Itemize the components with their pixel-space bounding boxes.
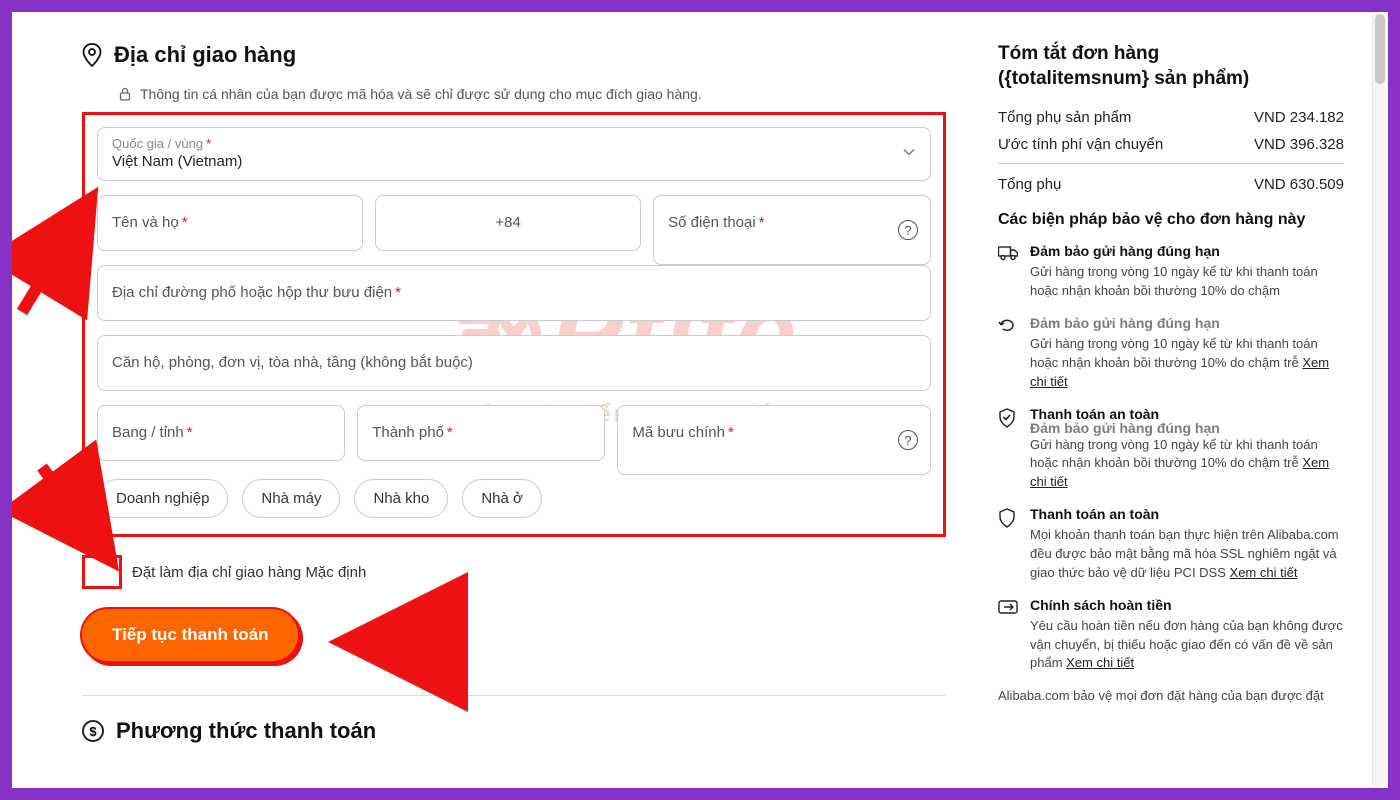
protection-heading: Các biện pháp bảo vệ cho đơn hàng này: [998, 211, 1344, 229]
privacy-note: Thông tin cá nhân của bạn được mã hóa và…: [118, 86, 946, 102]
protection-item: Thanh toán an toàn Mọi khoản thanh toán …: [998, 506, 1344, 583]
summary-total-row: Tổng phụ VND 630.509: [998, 176, 1344, 193]
summary-divider: [998, 163, 1344, 164]
postal-input[interactable]: Mã bưu chính* ?: [617, 405, 931, 475]
payment-title: Phương thức thanh toán: [116, 718, 376, 744]
phone-input[interactable]: Số điện thoại* ?: [653, 195, 931, 265]
return-icon: [998, 315, 1018, 392]
location-pin-icon: [82, 43, 102, 67]
chip-business[interactable]: Doanh nghiệp: [97, 479, 228, 518]
payment-section-header: $ Phương thức thanh toán: [82, 718, 946, 744]
summary-shipping-row: Ước tính phí vận chuyển VND 396.328: [998, 136, 1344, 153]
app-frame: Ptite Vận Chuyển Trung Việt Địa chỉ giao…: [12, 12, 1388, 788]
detail-link[interactable]: Xem chi tiết: [1066, 655, 1134, 670]
continue-checkout-button[interactable]: Tiếp tục thanh toán: [82, 609, 298, 661]
summary-title: Tóm tắt đơn hàng ({totalitemsnum} sản ph…: [998, 42, 1344, 91]
shield-check-icon: [998, 406, 1018, 493]
truck-icon: [998, 243, 1018, 301]
protection-item: Chính sách hoàn tiền Yêu cầu hoàn tiền n…: [998, 597, 1344, 674]
chip-factory[interactable]: Nhà máy: [242, 479, 340, 518]
lock-icon: [118, 87, 132, 101]
apartment-input[interactable]: Căn hộ, phòng, đơn vị, tòa nhà, tầng (kh…: [97, 335, 931, 391]
dollar-icon: $: [82, 720, 104, 742]
shipping-section-header: Địa chỉ giao hàng: [82, 42, 946, 68]
chip-warehouse[interactable]: Nhà kho: [354, 479, 448, 518]
phone-prefix[interactable]: +84: [375, 195, 641, 251]
address-type-chips: Doanh nghiệp Nhà máy Nhà kho Nhà ở: [97, 479, 931, 518]
section-divider: [82, 695, 946, 696]
fullname-input[interactable]: Tên và họ*: [97, 195, 363, 251]
scrollbar-thumb[interactable]: [1375, 14, 1385, 84]
protection-item: Đảm bảo gửi hàng đúng hạn Gửi hàng trong…: [998, 315, 1344, 392]
help-icon[interactable]: ?: [898, 220, 918, 240]
default-address-label: Đặt làm địa chỉ giao hàng Mặc định: [132, 564, 366, 581]
protection-item: Thanh toán an toàn Đảm bảo gửi hàng đúng…: [998, 406, 1344, 493]
shipping-form-highlight: Quốc gia / vùng* Việt Nam (Vietnam) Tên …: [82, 112, 946, 537]
state-input[interactable]: Bang / tỉnh*: [97, 405, 345, 461]
chevron-down-icon: [902, 145, 916, 164]
order-summary-panel: Tóm tắt đơn hàng ({totalitemsnum} sản ph…: [998, 42, 1344, 762]
street-input[interactable]: Địa chỉ đường phố hoặc hộp thư bưu điện*: [97, 265, 931, 321]
summary-subtotal-row: Tổng phụ sản phẩm VND 234.182: [998, 109, 1344, 126]
protection-item: Đảm bảo gửi hàng đúng hạn Gửi hàng trong…: [998, 243, 1344, 301]
city-input[interactable]: Thành phố*: [357, 405, 605, 461]
chip-home[interactable]: Nhà ở: [462, 479, 542, 518]
country-select[interactable]: Quốc gia / vùng* Việt Nam (Vietnam): [97, 127, 931, 181]
protection-footnote: Alibaba.com bảo vệ mọi đơn đặt hàng của …: [998, 687, 1344, 705]
default-address-checkbox[interactable]: [82, 555, 122, 589]
detail-link[interactable]: Xem chi tiết: [1230, 565, 1298, 580]
vertical-scrollbar[interactable]: [1372, 14, 1386, 786]
help-icon[interactable]: ?: [898, 430, 918, 450]
shield-icon: [998, 506, 1018, 583]
shipping-title: Địa chỉ giao hàng: [114, 42, 296, 68]
refund-icon: [998, 597, 1018, 674]
